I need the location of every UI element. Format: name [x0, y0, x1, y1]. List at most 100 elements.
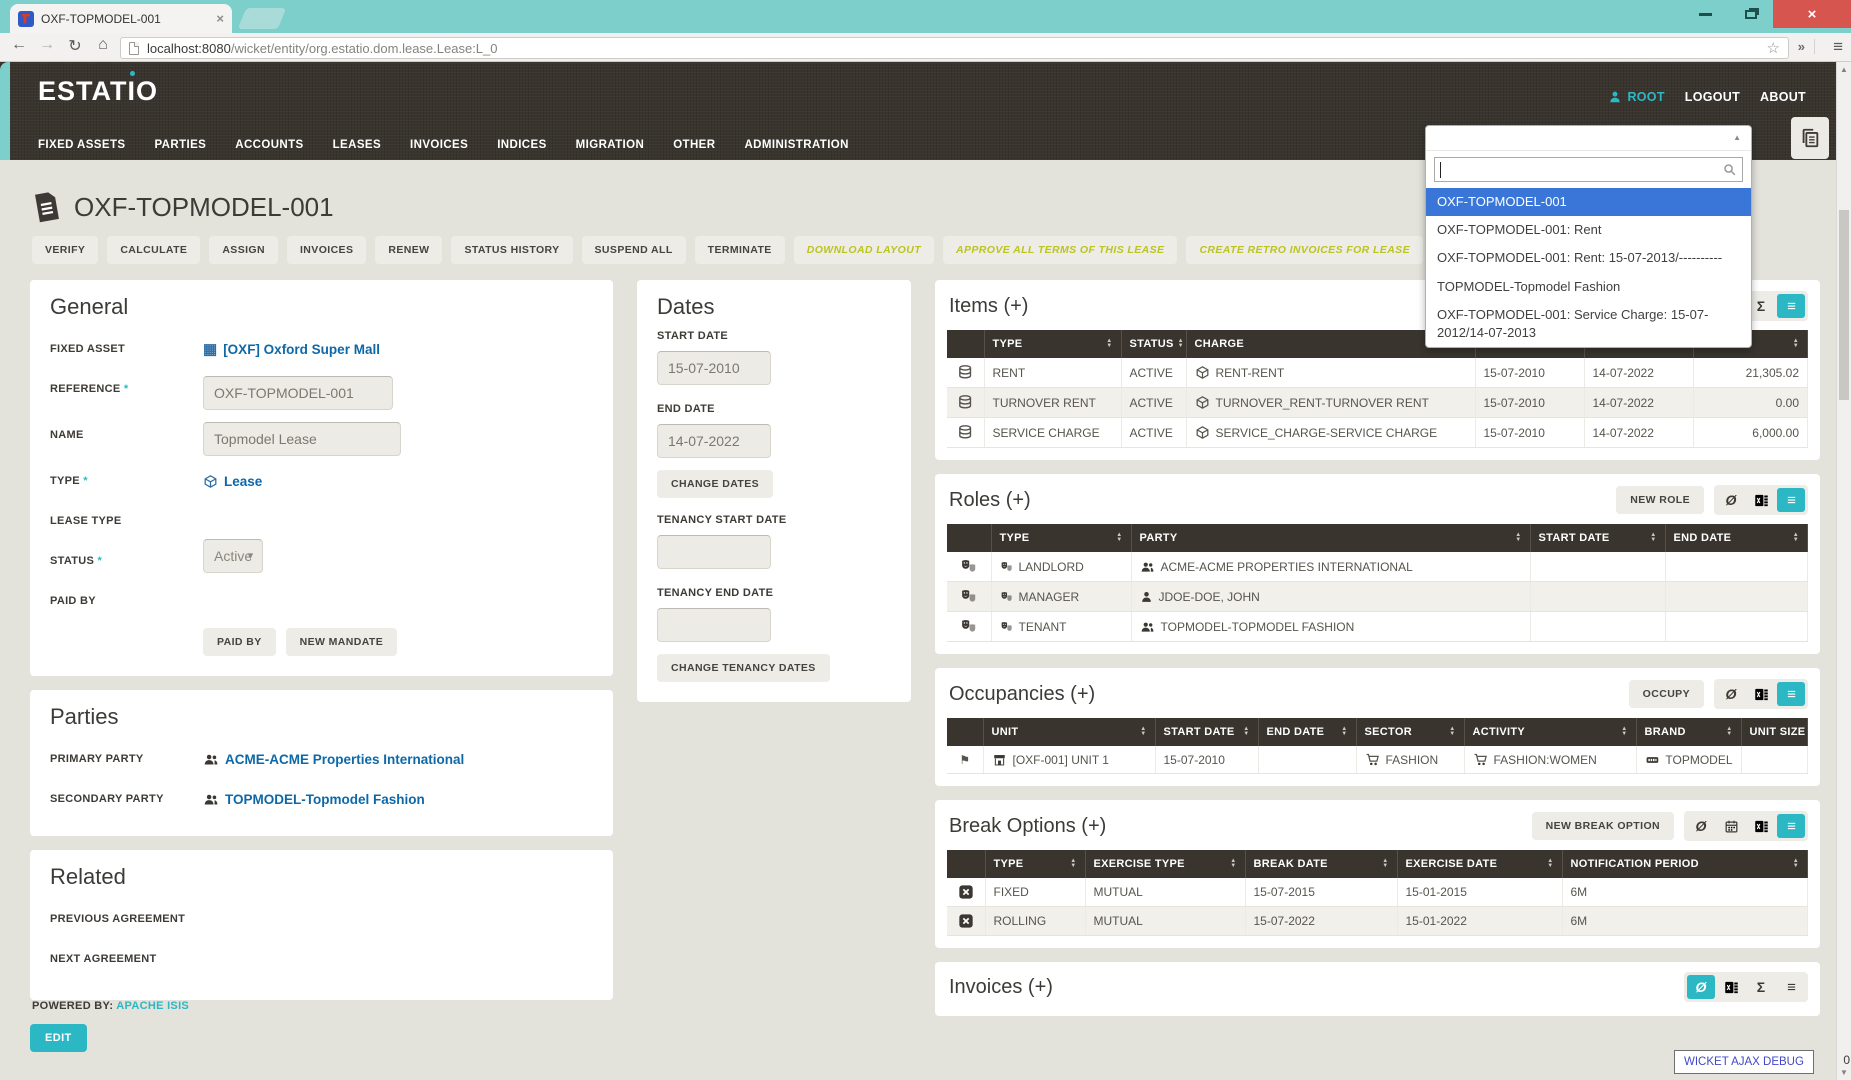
- items-header-status[interactable]: STATUS▲▼: [1121, 330, 1186, 358]
- break-header-type[interactable]: TYPE▲▼: [985, 850, 1085, 878]
- menu-administration[interactable]: ADMINISTRATION: [744, 139, 848, 151]
- picker-option[interactable]: TOPMODEL-Topmodel Fashion: [1426, 273, 1751, 301]
- window-close-button[interactable]: ×: [1773, 0, 1851, 28]
- apache-isis-link[interactable]: APACHE ISIS: [116, 1000, 189, 1012]
- hide-columns-button[interactable]: Ø: [1717, 682, 1745, 706]
- user-menu[interactable]: ROOT: [1608, 90, 1664, 104]
- start-date-input[interactable]: [657, 351, 771, 385]
- table-row[interactable]: ROLLING MUTUAL 15-07-2022 15-01-2022 6M: [947, 907, 1808, 936]
- break-header-exercise-date[interactable]: EXERCISE DATE▲▼: [1397, 850, 1562, 878]
- occupancies-header-sector[interactable]: SECTOR▲▼: [1356, 718, 1464, 746]
- roles-header-end-date[interactable]: END DATE▲▼: [1665, 524, 1808, 552]
- logout-link[interactable]: LOGOUT: [1685, 90, 1740, 104]
- invoices-button[interactable]: INVOICES: [287, 236, 366, 264]
- break-header-exercise-type[interactable]: EXERCISE TYPE▲▼: [1085, 850, 1245, 878]
- new-break-option-button[interactable]: NEW BREAK OPTION: [1532, 812, 1674, 840]
- change-dates-button[interactable]: CHANGE DATES: [657, 470, 773, 498]
- export-excel-button[interactable]: [1747, 814, 1775, 838]
- picker-option[interactable]: OXF-TOPMODEL-001: Service Charge: 15-07-…: [1426, 301, 1751, 347]
- list-view-button[interactable]: ≡: [1777, 975, 1805, 999]
- table-row[interactable]: TENANT TOPMODEL-TOPMODEL FASHION: [947, 612, 1808, 642]
- bookmark-star-icon[interactable]: ☆: [1767, 39, 1780, 57]
- type-link[interactable]: Lease: [203, 468, 262, 489]
- tenancy-end-date-input[interactable]: [657, 608, 771, 642]
- browser-menu-icon[interactable]: ≡: [1833, 37, 1843, 57]
- reload-icon[interactable]: ↻: [64, 36, 86, 56]
- list-view-button[interactable]: ≡: [1777, 682, 1805, 706]
- hide-columns-button[interactable]: Ø: [1687, 814, 1715, 838]
- paid-by-button[interactable]: PAID BY: [203, 628, 276, 656]
- home-icon[interactable]: ⌂: [92, 36, 114, 54]
- menu-indices[interactable]: INDICES: [497, 139, 546, 151]
- table-row[interactable]: FIXED MUTUAL 15-07-2015 15-01-2015 6M: [947, 878, 1808, 907]
- menu-accounts[interactable]: ACCOUNTS: [235, 139, 303, 151]
- menu-fixed-assets[interactable]: FIXED ASSETS: [38, 139, 125, 151]
- table-row[interactable]: RENT ACTIVE RENT-RENT 15-07-2010 14-07-2…: [947, 358, 1808, 388]
- picker-combobox[interactable]: ▲: [1426, 126, 1751, 151]
- create-retro-invoices-button[interactable]: CREATE RETRO INVOICES FOR LEASE: [1186, 236, 1423, 264]
- copy-bookmark-button[interactable]: [1791, 117, 1829, 159]
- primary-party-link[interactable]: ACME-ACME Properties International: [203, 746, 464, 767]
- picker-option-selected[interactable]: OXF-TOPMODEL-001: [1426, 188, 1751, 216]
- about-link[interactable]: ABOUT: [1760, 90, 1806, 104]
- export-excel-button[interactable]: [1747, 488, 1775, 512]
- tenancy-start-date-input[interactable]: [657, 535, 771, 569]
- change-tenancy-dates-button[interactable]: CHANGE TENANCY DATES: [657, 654, 830, 682]
- approve-all-terms-button[interactable]: APPROVE ALL TERMS OF THIS LEASE: [943, 236, 1177, 264]
- scrollbar-thumb[interactable]: [1839, 210, 1849, 400]
- roles-header-start-date[interactable]: START DATE▲▼: [1530, 524, 1665, 552]
- roles-header-party[interactable]: PARTY▲▼: [1131, 524, 1530, 552]
- export-excel-button[interactable]: [1717, 975, 1745, 999]
- hide-columns-button[interactable]: Ø: [1687, 975, 1715, 999]
- end-date-input[interactable]: [657, 424, 771, 458]
- items-header-type[interactable]: TYPE▲▼: [984, 330, 1121, 358]
- table-row[interactable]: LANDLORD ACME-ACME PROPERTIES INTERNATIO…: [947, 552, 1808, 582]
- list-view-button[interactable]: ≡: [1777, 488, 1805, 512]
- picker-option[interactable]: OXF-TOPMODEL-001: Rent: 15-07-2013/-----…: [1426, 244, 1751, 272]
- break-header-break-date[interactable]: BREAK DATE▲▼: [1245, 850, 1397, 878]
- occupy-button[interactable]: OCCUPY: [1629, 680, 1704, 708]
- status-select[interactable]: Active▾: [203, 539, 263, 573]
- secondary-party-link[interactable]: TOPMODEL-Topmodel Fashion: [203, 786, 425, 807]
- vertical-scrollbar[interactable]: ▲ ▼: [1836, 62, 1851, 1080]
- table-row[interactable]: ⚑ [OXF-001] UNIT 1 15-07-2010 FASHION FA…: [947, 746, 1808, 774]
- list-view-button[interactable]: ≡: [1777, 294, 1805, 318]
- status-history-button[interactable]: STATUS HISTORY: [451, 236, 572, 264]
- occupancies-header-start-date[interactable]: START DATE▲▼: [1155, 718, 1258, 746]
- menu-parties[interactable]: PARTIES: [154, 139, 206, 151]
- reference-input[interactable]: [203, 376, 393, 410]
- window-restore-button[interactable]: [1728, 0, 1773, 28]
- download-layout-button[interactable]: DOWNLOAD LAYOUT: [794, 236, 934, 264]
- url-text[interactable]: localhost:8080/wicket/entity/org.estatio…: [147, 41, 1759, 56]
- window-minimize-button[interactable]: [1683, 0, 1728, 28]
- new-tab-button[interactable]: [238, 8, 286, 29]
- menu-leases[interactable]: LEASES: [333, 139, 381, 151]
- menu-invoices[interactable]: INVOICES: [410, 139, 468, 151]
- table-row[interactable]: SERVICE CHARGE ACTIVE SERVICE_CHARGE-SER…: [947, 418, 1808, 448]
- address-bar[interactable]: localhost:8080/wicket/entity/org.estatio…: [120, 37, 1789, 59]
- scroll-up-icon[interactable]: ▲: [1837, 65, 1851, 74]
- tab-close-icon[interactable]: ×: [216, 11, 224, 26]
- scroll-down-icon[interactable]: ▼: [1837, 1068, 1851, 1077]
- forward-icon[interactable]: →: [36, 36, 58, 54]
- break-header-notification-period[interactable]: NOTIFICATION PERIOD▲▼: [1562, 850, 1808, 878]
- renew-button[interactable]: RENEW: [375, 236, 442, 264]
- verify-button[interactable]: VERIFY: [32, 236, 98, 264]
- list-view-button[interactable]: ≡: [1777, 814, 1805, 838]
- export-excel-button[interactable]: [1747, 682, 1775, 706]
- occupancies-header-unit-size[interactable]: UNIT SIZE▲▼: [1741, 718, 1808, 746]
- table-row[interactable]: TURNOVER RENT ACTIVE TURNOVER_RENT-TURNO…: [947, 388, 1808, 418]
- calendar-view-button[interactable]: [1717, 814, 1745, 838]
- occupancies-header-brand[interactable]: BRAND▲▼: [1636, 718, 1741, 746]
- menu-other[interactable]: OTHER: [673, 139, 715, 151]
- calculate-button[interactable]: CALCULATE: [107, 236, 200, 264]
- table-row[interactable]: MANAGER JDOE-DOE, JOHN: [947, 582, 1808, 612]
- assign-button[interactable]: ASSIGN: [209, 236, 278, 264]
- suspend-all-button[interactable]: SUSPEND ALL: [582, 236, 686, 264]
- summary-view-button[interactable]: Σ: [1747, 975, 1775, 999]
- new-role-button[interactable]: NEW ROLE: [1616, 486, 1704, 514]
- occupancies-header-end-date[interactable]: END DATE▲▼: [1258, 718, 1356, 746]
- extensions-overflow-icon[interactable]: »: [1798, 39, 1815, 54]
- fixed-asset-link[interactable]: ▦[OXF] Oxford Super Mall: [203, 336, 380, 357]
- edit-button[interactable]: EDIT: [30, 1024, 87, 1052]
